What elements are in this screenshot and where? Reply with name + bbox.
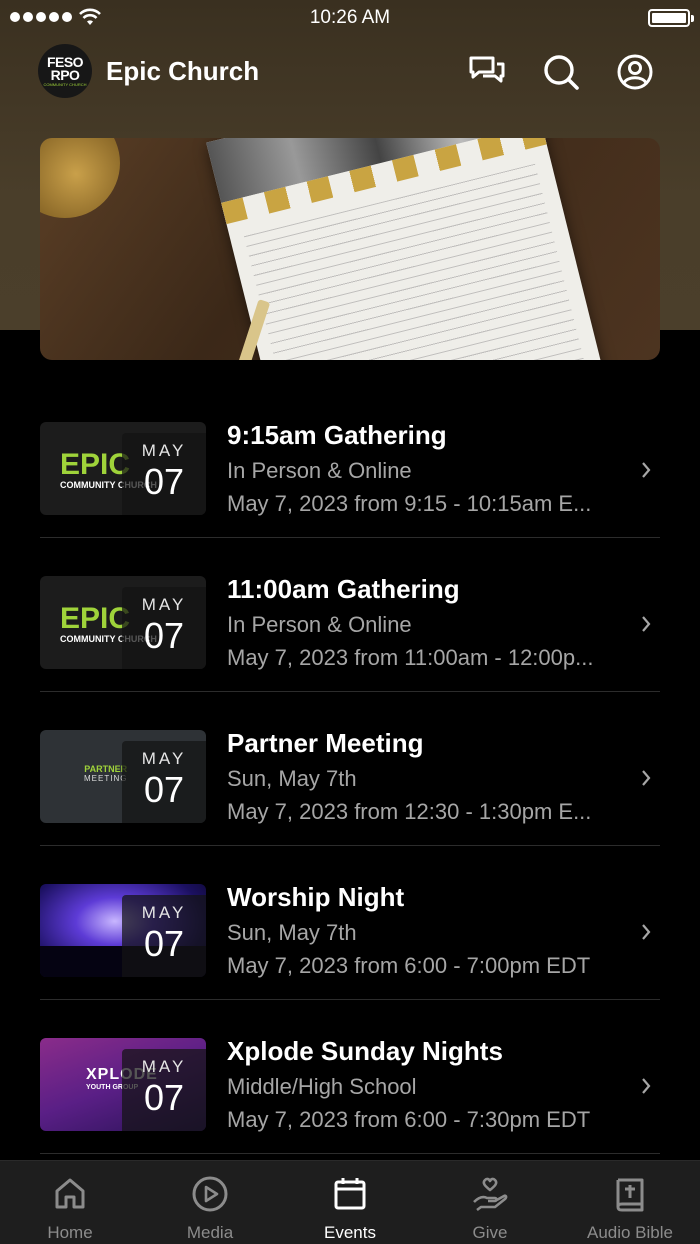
chevron-right-icon [642, 462, 651, 478]
tab-media-label: Media [186, 1223, 234, 1242]
app-title: Epic Church [106, 56, 260, 86]
event-thumbnail: EPIC COMMUNITY CHURCH MAY 07 [40, 422, 206, 515]
date-badge: MAY 07 [122, 587, 206, 669]
date-day: 07 [143, 769, 185, 810]
event-subtitle: In Person & Online [227, 458, 412, 483]
play-icon [192, 1176, 228, 1212]
thumb-label: PARTNER [84, 764, 128, 774]
tab-give[interactable]: Give [420, 1161, 560, 1244]
event-subtitle: Sun, May 7th [227, 766, 357, 791]
chevron-right-icon [642, 770, 651, 786]
chevron-right-icon [642, 1078, 651, 1094]
tab-home[interactable]: Home [0, 1161, 140, 1244]
chevron-right-icon [642, 616, 651, 632]
date-badge: MAY 07 [122, 1049, 206, 1131]
hero-bowl [40, 138, 120, 218]
event-thumbnail: MAY 07 [40, 884, 206, 977]
event-thumbnail: EPIC COMMUNITY CHURCH MAY 07 [40, 576, 206, 669]
date-badge: MAY 07 [122, 741, 206, 823]
app-header: FESO RPO COMMUNITY CHURCH Epic Church [0, 40, 700, 104]
chat-icon[interactable] [467, 52, 507, 92]
tab-give-label: Give [472, 1223, 508, 1242]
event-subtitle: In Person & Online [227, 612, 412, 637]
hero-calendar [206, 138, 604, 360]
logo-line-3: COMMUNITY CHURCH [43, 81, 87, 87]
event-subtitle: Middle/High School [227, 1074, 417, 1099]
calendar-icon [334, 1178, 366, 1210]
event-row[interactable]: XPLODE YOUTH GROUP MAY 07 Xplode Sunday … [40, 1000, 660, 1154]
date-day: 07 [143, 923, 185, 964]
date-day: 07 [143, 461, 185, 502]
bible-icon [616, 1178, 644, 1212]
event-date: May 7, 2023 from 12:30 - 1:30pm E... [227, 799, 592, 824]
chevron-right-icon [642, 924, 651, 940]
event-subtitle: Sun, May 7th [227, 920, 357, 945]
event-date: May 7, 2023 from 6:00 - 7:30pm EDT [227, 1107, 591, 1132]
event-title: 11:00am Gathering [227, 574, 460, 604]
account-icon[interactable] [615, 52, 655, 92]
event-title: Xplode Sunday Nights [227, 1036, 503, 1066]
event-thumbnail: PARTNER MEETING MAY 07 [40, 730, 206, 823]
date-badge: MAY 07 [122, 895, 206, 977]
event-date: May 7, 2023 from 9:15 - 10:15am E... [227, 491, 592, 516]
date-month: MAY [141, 595, 187, 614]
date-badge: MAY 07 [122, 433, 206, 515]
tab-media[interactable]: Media [140, 1161, 280, 1244]
event-date: May 7, 2023 from 11:00am - 12:00p... [227, 645, 594, 670]
thumb-sub: MEETING [84, 774, 128, 783]
event-date: May 7, 2023 from 6:00 - 7:00pm EDT [227, 953, 591, 978]
event-row[interactable]: PARTNER MEETING MAY 07 Partner Meeting S… [40, 692, 660, 846]
date-day: 07 [143, 615, 185, 656]
date-day: 07 [143, 1077, 185, 1118]
give-icon [473, 1177, 508, 1212]
date-month: MAY [141, 749, 187, 768]
search-icon[interactable] [541, 52, 581, 92]
hero-banner-image[interactable] [40, 138, 660, 360]
church-logo[interactable]: FESO RPO COMMUNITY CHURCH [38, 44, 92, 98]
status-bar: 10:26 AM [0, 0, 700, 36]
event-thumbnail: XPLODE YOUTH GROUP MAY 07 [40, 1038, 206, 1131]
event-title: Partner Meeting [227, 728, 424, 758]
battery-icon [648, 9, 694, 27]
event-row[interactable]: EPIC COMMUNITY CHURCH MAY 07 9:15am Gath… [40, 384, 660, 538]
status-time: 10:26 AM [309, 7, 391, 28]
logo-line-2: RPO [50, 66, 80, 83]
tab-audio-bible-label: Audio Bible [586, 1223, 673, 1242]
tab-audio-bible[interactable]: Audio Bible [560, 1161, 700, 1244]
tab-events[interactable]: Events [280, 1161, 420, 1244]
event-row[interactable]: EPIC COMMUNITY CHURCH MAY 07 11:00am Gat… [40, 538, 660, 692]
event-title: Worship Night [227, 882, 405, 912]
tab-home-label: Home [47, 1223, 93, 1242]
events-list: EPIC COMMUNITY CHURCH MAY 07 9:15am Gath… [40, 384, 660, 1154]
tab-events-label: Events [324, 1223, 376, 1242]
home-icon [55, 1178, 85, 1209]
event-title: 9:15am Gathering [227, 420, 447, 450]
date-month: MAY [141, 1057, 187, 1076]
date-month: MAY [141, 441, 187, 460]
bottom-tab-bar: Home Media Events Give Audio Bible [0, 1160, 700, 1244]
event-row[interactable]: MAY 07 Worship Night Sun, May 7th May 7,… [40, 846, 660, 1000]
date-month: MAY [141, 903, 187, 922]
